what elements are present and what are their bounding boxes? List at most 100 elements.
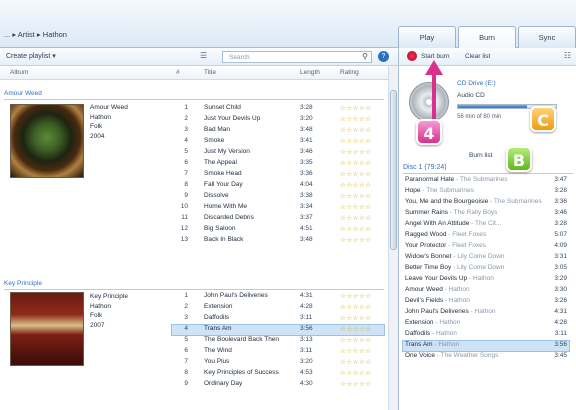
burn-list-item[interactable]: Your Protector - Fleet Foxes 4:09 (403, 242, 569, 252)
column-title[interactable]: Title (204, 69, 216, 76)
burn-item-title: Daffodils - Hathon (405, 330, 457, 337)
track-rating[interactable]: ☆☆☆☆☆ (340, 126, 372, 134)
track-rating[interactable]: ☆☆☆☆☆ (340, 380, 372, 388)
column-length[interactable]: Length (300, 69, 320, 76)
view-options-icon[interactable]: ☰ (200, 51, 210, 61)
tab-burn[interactable]: Burn (458, 26, 516, 48)
track-rating[interactable]: ☆☆☆☆☆ (340, 159, 372, 167)
burn-item-artist: Lily Come Down (457, 264, 505, 271)
track-row[interactable]: 9 Ordinary Day 4:30 ☆☆☆☆☆ (172, 380, 384, 390)
track-rating[interactable]: ☆☆☆☆☆ (340, 303, 372, 311)
track-rating[interactable]: ☆☆☆☆☆ (340, 292, 372, 300)
start-burn-button[interactable]: Start burn (421, 53, 450, 60)
track-row[interactable]: 4 Trans Am 3:56 ☆☆☆☆☆ (171, 324, 385, 336)
track-rating[interactable]: ☆☆☆☆☆ (340, 203, 372, 211)
burn-list-item[interactable]: Paranormal Hate - The Submarines 3:47 (403, 176, 569, 186)
track-row[interactable]: 6 The Appeal 3:35 ☆☆☆☆☆ (172, 159, 384, 169)
burn-item-artist: Fleet Foxes (452, 231, 487, 238)
track-title: You Plus (204, 358, 230, 365)
create-playlist-button[interactable]: Create playlist ▾ (6, 52, 56, 60)
column-album[interactable]: Album (10, 69, 28, 76)
burn-item-song: Ragged Wood (405, 231, 447, 238)
track-length: 3:20 (300, 358, 313, 365)
track-length: 3:48 (300, 126, 313, 133)
burn-disc-icon[interactable] (407, 51, 417, 61)
search-input[interactable]: Search ⚲ (222, 51, 372, 63)
album-year: 2007 (90, 321, 105, 329)
breadcrumb[interactable]: ... ▸ Artist ▸ Hathon (4, 30, 67, 39)
burn-list-item[interactable]: Widow's Bonnet - Lily Come Down 3:31 (403, 253, 569, 263)
track-rating[interactable]: ☆☆☆☆☆ (340, 148, 372, 156)
disc-drive-label[interactable]: CD Drive (E:) (457, 80, 496, 87)
track-row[interactable]: 6 The Wind 3:11 ☆☆☆☆☆ (172, 347, 384, 357)
burn-list-item[interactable]: Trans Am - Hathon 3:56 (402, 340, 570, 352)
burn-list-item[interactable]: You, Me and the Bourgeoisie - The Submar… (403, 198, 569, 208)
tab-play[interactable]: Play (398, 26, 456, 48)
track-row[interactable]: 2 Just Your Devils Up 3:20 ☆☆☆☆☆ (172, 115, 384, 125)
burn-list-item[interactable]: Extension - Hathon 4:28 (403, 319, 569, 329)
burn-list-item[interactable]: John Paul's Deliveries - Hathon 4:31 (403, 308, 569, 318)
album-art-key-principle[interactable] (10, 292, 84, 366)
tab-sync[interactable]: Sync (518, 26, 576, 48)
track-rating[interactable]: ☆☆☆☆☆ (340, 214, 372, 222)
track-rating[interactable]: ☆☆☆☆☆ (340, 115, 372, 123)
library-scrollbar[interactable] (388, 66, 398, 410)
track-rating[interactable]: ☆☆☆☆☆ (340, 170, 372, 178)
track-row[interactable]: 1 Sunset Child 3:28 ☆☆☆☆☆ (172, 104, 384, 114)
track-title: Big Saloon (204, 225, 236, 232)
track-rating[interactable]: ☆☆☆☆☆ (340, 236, 372, 244)
burn-item-artist: Hathon (435, 330, 457, 337)
burn-list-item[interactable]: Devil's Fields - Hathon 3:26 (403, 297, 569, 307)
track-row[interactable]: 1 John Paul's Deliveries 4:31 ☆☆☆☆☆ (172, 292, 384, 302)
album-artist: Hathon (90, 113, 111, 121)
track-length: 3:41 (300, 137, 313, 144)
burn-list-item[interactable]: One Voice - The Weather Songs 3:45 (403, 352, 569, 362)
track-row[interactable]: 8 Key Principles of Success 4:53 ☆☆☆☆☆ (172, 369, 384, 379)
track-row[interactable]: 9 Dissolve 3:38 ☆☆☆☆☆ (172, 192, 384, 202)
track-row[interactable]: 3 Daffodils 3:11 ☆☆☆☆☆ (172, 314, 384, 324)
burn-list-item[interactable]: Daffodils - Hathon 3:11 (403, 330, 569, 340)
burn-list-item[interactable]: Better Time Boy - Lily Come Down 3:05 (403, 264, 569, 274)
track-rating[interactable]: ☆☆☆☆☆ (340, 192, 372, 200)
burn-item-artist: Hathon (448, 286, 470, 293)
burn-list-item[interactable]: Angel With An Attitude - The Cit... 3:28 (403, 220, 569, 230)
burn-list-item[interactable]: Amour Weed - Hathon 3:30 (403, 286, 569, 296)
track-row[interactable]: 5 The Boulevard Back Then 3:13 ☆☆☆☆☆ (172, 336, 384, 346)
burn-list-item[interactable]: Leave Your Devils Up - Hathon 3:29 (403, 275, 569, 285)
burn-list-item[interactable]: Ragged Wood - Fleet Foxes 5:07 (403, 231, 569, 241)
burn-list-item[interactable]: Hope - The Submarines 3:28 (403, 187, 569, 197)
column-rating[interactable]: Rating (340, 69, 359, 76)
track-rating[interactable]: ☆☆☆☆☆ (340, 181, 372, 189)
track-length: 3:13 (300, 336, 313, 343)
track-row[interactable]: 2 Extension 4:28 ☆☆☆☆☆ (172, 303, 384, 313)
list-options-icon[interactable]: ☷ (564, 51, 571, 60)
scrollbar-thumb[interactable] (390, 90, 397, 250)
track-row[interactable]: 10 Home With Me 3:34 ☆☆☆☆☆ (172, 203, 384, 213)
track-rating[interactable]: ☆☆☆☆☆ (340, 347, 372, 355)
album-art-amour-weed[interactable] (10, 104, 84, 178)
track-row[interactable]: 5 Just My Version 3:46 ☆☆☆☆☆ (172, 148, 384, 158)
track-row[interactable]: 3 Bad Man 3:48 ☆☆☆☆☆ (172, 126, 384, 136)
track-row[interactable]: 7 You Plus 3:20 ☆☆☆☆☆ (172, 358, 384, 368)
track-row[interactable]: 13 Back In Black 3:48 ☆☆☆☆☆ (172, 236, 384, 246)
track-rating[interactable]: ☆☆☆☆☆ (340, 336, 372, 344)
track-row[interactable]: 12 Big Saloon 4:51 ☆☆☆☆☆ (172, 225, 384, 235)
track-row[interactable]: 7 Smoke Head 3:36 ☆☆☆☆☆ (172, 170, 384, 180)
track-row[interactable]: 8 Fall Your Day 4:04 ☆☆☆☆☆ (172, 181, 384, 191)
search-icon[interactable]: ⚲ (362, 52, 368, 61)
track-row[interactable]: 11 Discarded Debris 3:37 ☆☆☆☆☆ (172, 214, 384, 224)
clear-list-button[interactable]: Clear list (465, 53, 490, 60)
track-row[interactable]: 4 Smoke 3:41 ☆☆☆☆☆ (172, 137, 384, 147)
track-rating[interactable]: ☆☆☆☆☆ (340, 325, 372, 333)
track-rating[interactable]: ☆☆☆☆☆ (340, 358, 372, 366)
burn-item-song: Paranormal Hate (405, 176, 455, 183)
track-rating[interactable]: ☆☆☆☆☆ (340, 225, 372, 233)
track-rating[interactable]: ☆☆☆☆☆ (340, 137, 372, 145)
track-rating[interactable]: ☆☆☆☆☆ (340, 314, 372, 322)
burn-list-item[interactable]: Summer Rains - The Rally Boys 3:46 (403, 209, 569, 219)
burn-list-label[interactable]: Burn list (469, 152, 492, 159)
help-icon[interactable]: ? (378, 51, 389, 62)
track-rating[interactable]: ☆☆☆☆☆ (340, 104, 372, 112)
column-number[interactable]: # (176, 69, 180, 76)
track-rating[interactable]: ☆☆☆☆☆ (340, 369, 372, 377)
